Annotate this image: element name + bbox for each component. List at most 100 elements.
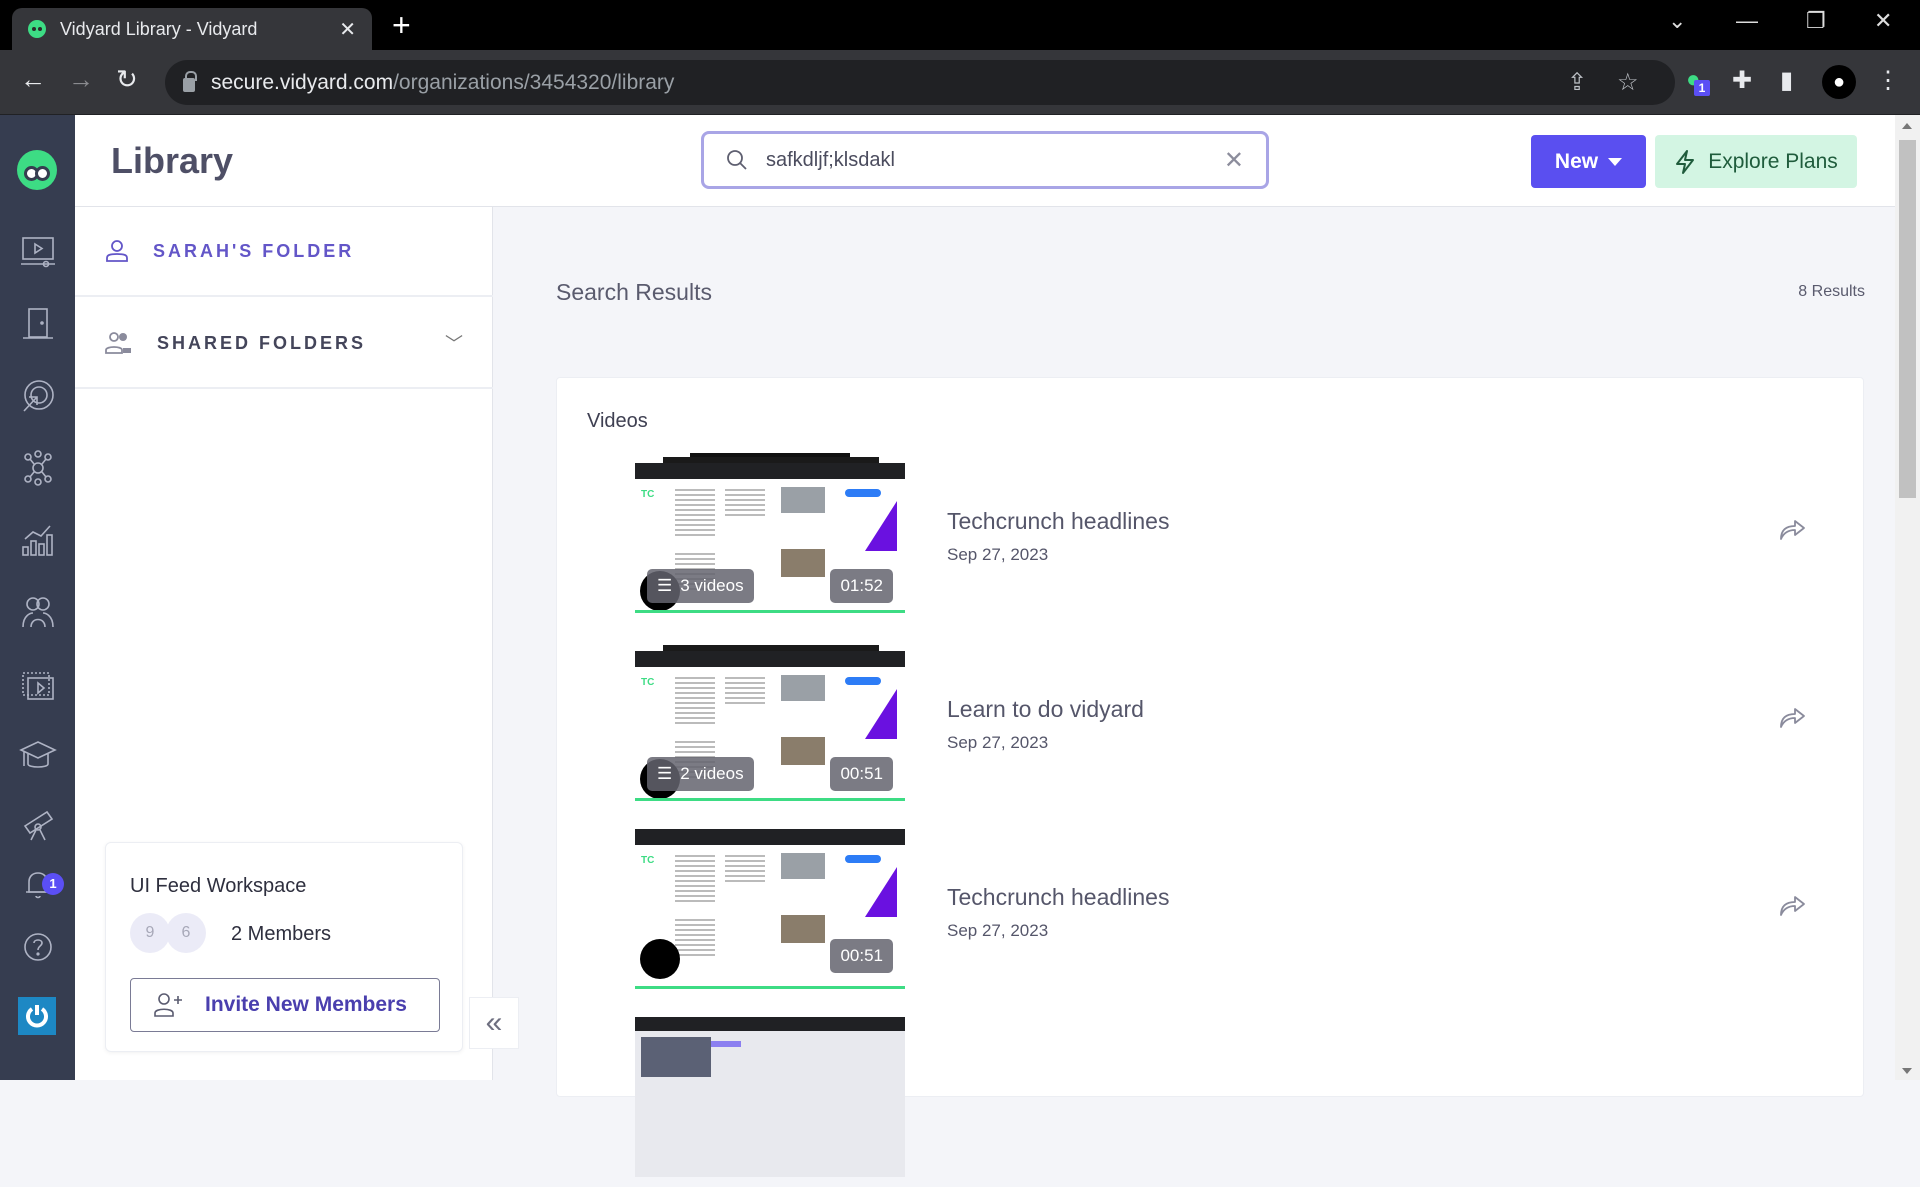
sidebar-item-account[interactable] (18, 997, 56, 1035)
workspace-name: UI Feed Workspace (130, 875, 307, 897)
sidebar-item-help[interactable] (0, 925, 75, 969)
clear-search-icon[interactable]: ✕ (1224, 146, 1244, 175)
vidyard-favicon-icon (28, 20, 46, 38)
browser-tab[interactable]: Vidyard Library - Vidyard ✕ (12, 8, 372, 50)
sidebar-item-videos[interactable] (0, 230, 75, 274)
back-button[interactable]: ← (20, 64, 46, 95)
video-thumbnail[interactable]: TC 00:51 (635, 829, 905, 989)
sidebar-item-integrations[interactable] (0, 446, 75, 490)
video-title[interactable]: Techcrunch headlines (947, 884, 1169, 911)
video-row[interactable]: TC ☰ 3 videos 01:52 Techcrunch headlines… (557, 453, 1865, 623)
folder-item-personal[interactable]: SARAH'S FOLDER (75, 207, 493, 297)
tab-close-icon[interactable]: ✕ (339, 17, 356, 42)
search-box[interactable]: ✕ (701, 131, 1269, 189)
team-icon (21, 597, 54, 628)
playlist-icon (21, 672, 54, 700)
close-window-button[interactable]: ✕ (1874, 8, 1892, 34)
minimize-button[interactable]: — (1736, 8, 1758, 34)
page-header: Library ✕ New Explore Plans (75, 115, 1895, 207)
scroll-down-arrow-icon[interactable] (1902, 1068, 1912, 1074)
shared-users-icon (105, 332, 131, 354)
playlist-icon: ☰ (657, 764, 673, 783)
share-icon[interactable] (1777, 515, 1807, 545)
folder-label: SARAH'S FOLDER (153, 240, 355, 261)
section-title: Videos (587, 410, 648, 432)
scrollbar-thumb[interactable] (1899, 140, 1916, 498)
sidebar-item-discover[interactable] (0, 803, 75, 847)
folder-panel: SARAH'S FOLDER SHARED FOLDERS ﹀ UI Feed … (75, 207, 493, 1080)
search-input[interactable] (766, 148, 1224, 172)
door-icon (22, 308, 53, 339)
duration-badge: 00:51 (830, 757, 893, 791)
tab-search-icon[interactable]: ⌄ (1668, 8, 1686, 34)
sidebar-item-rooms[interactable] (0, 302, 75, 346)
caret-down-icon (1608, 157, 1623, 166)
playlist-count: 2 videos (680, 764, 744, 783)
invite-members-button[interactable]: Invite New Members (130, 978, 440, 1032)
analytics-icon (21, 525, 53, 556)
page-scrollbar[interactable] (1895, 115, 1920, 1080)
video-thumbnail[interactable] (635, 1017, 905, 1177)
share-icon[interactable] (1777, 703, 1807, 733)
share-page-icon[interactable]: ⇪ (1567, 68, 1587, 97)
sidebar-item-learning[interactable] (0, 733, 75, 777)
video-thumbnail[interactable]: TC ☰ 2 videos 00:51 (635, 641, 905, 801)
webcam-bubble (640, 939, 680, 979)
video-thumbnail[interactable]: TC ☰ 3 videos 01:52 (635, 453, 905, 613)
tab-title: Vidyard Library - Vidyard (60, 18, 258, 39)
bookmark-star-icon[interactable]: ☆ (1617, 68, 1639, 97)
profile-avatar-icon[interactable]: ● (1822, 65, 1856, 99)
integrations-icon (23, 450, 52, 486)
playlist-badge: ☰ 2 videos (647, 757, 754, 791)
help-icon (23, 933, 52, 961)
search-icon (727, 150, 747, 170)
playlist-badge: ☰ 3 videos (647, 569, 754, 603)
extensions-puzzle-icon[interactable]: ✚ (1732, 66, 1752, 95)
sidebar-item-team[interactable] (0, 590, 75, 634)
videos-card: Videos TC ☰ 3 videos 01:52 Techcrunch he… (556, 377, 1865, 1177)
video-row[interactable]: TC ☰ 2 videos 00:51 Learn to do vidyard … (557, 641, 1865, 811)
telescope-icon (23, 810, 53, 841)
member-avatar: 6 (166, 913, 206, 953)
member-avatar: 9 (130, 913, 170, 953)
videos-icon (20, 237, 55, 268)
folder-label: SHARED FOLDERS (157, 332, 367, 353)
member-count: 2 Members (231, 923, 332, 945)
browser-titlebar: Vidyard Library - Vidyard ✕ + ⌄ — ❐ ✕ (0, 0, 1920, 50)
lock-icon (183, 70, 197, 92)
scroll-up-arrow-icon[interactable] (1902, 123, 1912, 129)
explore-plans-label: Explore Plans (1708, 149, 1838, 173)
results-count: 8 Results (1798, 283, 1865, 300)
forward-button[interactable]: → (68, 64, 94, 95)
restore-button[interactable]: ❐ (1806, 8, 1826, 34)
video-date: Sep 27, 2023 (947, 545, 1049, 564)
url-host: secure.vidyard.com (211, 70, 394, 94)
explore-plans-button[interactable]: Explore Plans (1655, 135, 1857, 188)
duration-badge: 00:51 (830, 939, 893, 973)
browser-toolbar: ← → ↻ secure.vidyard.com /organizations/… (0, 50, 1920, 115)
vidyard-logo-icon[interactable] (17, 150, 57, 190)
new-tab-button[interactable]: + (392, 8, 411, 42)
add-user-icon (154, 993, 182, 1017)
video-title[interactable]: Learn to do vidyard (947, 696, 1144, 723)
notification-count-badge: 1 (42, 873, 64, 895)
side-panel-icon[interactable]: ▮ (1780, 66, 1793, 95)
playlist-count: 3 videos (680, 576, 744, 595)
video-date: Sep 27, 2023 (947, 733, 1049, 752)
sidebar-item-analytics[interactable] (0, 518, 75, 562)
video-row[interactable] (557, 1017, 1865, 1187)
video-title[interactable]: Techcrunch headlines (947, 508, 1169, 535)
browser-menu-icon[interactable]: ⋮ (1876, 66, 1900, 95)
workspace-card: UI Feed Workspace 9 6 2 Members Invite N… (105, 842, 463, 1052)
reload-button[interactable]: ↻ (116, 64, 138, 95)
sidebar-item-prospecting[interactable] (0, 374, 75, 418)
url-path: /organizations/3454320/library (393, 70, 675, 94)
sidebar-item-playlists[interactable] (0, 664, 75, 708)
share-icon[interactable] (1777, 891, 1807, 921)
folder-item-shared[interactable]: SHARED FOLDERS ﹀ (75, 299, 493, 389)
video-row[interactable]: TC 00:51 Techcrunch headlines Sep 27, 20… (557, 829, 1865, 999)
chevron-down-icon[interactable]: ﹀ (445, 330, 463, 356)
main-content: Search Results 8 Results Videos TC ☰ 3 v… (494, 207, 1895, 1177)
new-button[interactable]: New (1531, 135, 1646, 188)
address-bar[interactable]: secure.vidyard.com /organizations/345432… (165, 60, 1675, 105)
